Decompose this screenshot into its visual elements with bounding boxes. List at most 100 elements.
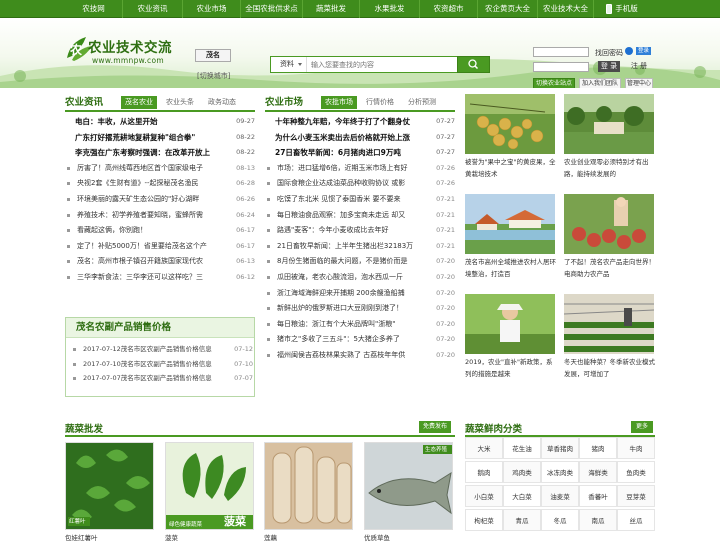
tab-wholesale-market[interactable]: 农批市场 — [321, 96, 357, 109]
category-link[interactable]: 海鲜类 — [579, 461, 617, 483]
list-item-title[interactable]: 为什么小麦玉米卖出去后价格就开始上涨 — [275, 130, 427, 146]
list-item[interactable]: 市场：进口猛增6倍，近期玉米市场上有好 07-26 — [265, 161, 455, 177]
qq-login-button[interactable]: 登录 — [636, 47, 651, 55]
gallery-image-produce[interactable] — [564, 194, 654, 254]
category-link[interactable]: 大白菜 — [503, 485, 541, 507]
switch-site-button[interactable]: 切换农业站点 — [533, 78, 575, 88]
free-post-button[interactable]: 免费发布 — [419, 421, 451, 433]
list-item-title[interactable]: 猪市之"多收了三五斗"：5大猪企多养了 — [277, 332, 427, 348]
tab-gov-news[interactable]: 政务动态 — [205, 96, 239, 109]
category-link[interactable]: 枸杞菜 — [465, 509, 503, 531]
category-link[interactable]: 鱼肉类 — [617, 461, 655, 483]
veg-card-caption[interactable]: 莲藕 — [264, 532, 354, 542]
veg-card-caption[interactable]: 包娃红薯叶 — [65, 532, 155, 542]
list-item[interactable]: 茂名：高州市根子镇召开籍族国家现代农 06-13 — [65, 254, 255, 270]
list-item[interactable]: 路遇"麦客"：今年小麦收成比去年好 07-21 — [265, 223, 455, 239]
list-item[interactable]: 21日畜牧早新闻：上半年生猪出栏32183万 07-21 — [265, 239, 455, 255]
list-item-title[interactable]: 福州闽侯吉荔枝林果实熟了 古荔枝年年供 — [277, 348, 427, 364]
category-link[interactable]: 鸡肉类 — [503, 461, 541, 483]
list-item[interactable]: 央视2套《生财有道》--起探秘茂名渔民 06-28 — [65, 176, 255, 192]
list-item-title[interactable]: 厉害了！高州线莓西地区首个国家级电子 — [77, 161, 227, 177]
list-item-title[interactable]: 广东打好撂荒耕地复耕复种"组合拳" — [75, 130, 227, 146]
veg-card[interactable]: 绿色健康蔬菜 菠菜 — [165, 442, 254, 530]
list-item-title[interactable]: 央视2套《生财有道》--起探秘茂名渔民 — [77, 176, 227, 192]
list-item[interactable]: 李克强在广东考察时强调：在改革开放上 08-22 — [65, 145, 255, 161]
list-item[interactable]: 厉害了！高州线莓西地区首个国家级电子 08-13 — [65, 161, 255, 177]
list-item[interactable]: 电白：丰收，从这里开始 09-27 — [65, 114, 255, 130]
gallery-caption[interactable]: 冬天也能种菜？冬季新农业模式发展，可增加了 — [564, 356, 656, 380]
list-item[interactable]: 三华李新食法：三华李还可以这样吃？三 06-12 — [65, 270, 255, 286]
gallery-image-greenhouse[interactable] — [564, 294, 654, 354]
tab-maoming-agri[interactable]: 茂名农业 — [121, 96, 157, 109]
list-item-title[interactable]: 路遇"麦客"：今年小麦收成比去年好 — [277, 223, 427, 239]
category-more-button[interactable]: 更多 — [631, 421, 653, 433]
nav-supplies-market[interactable]: 农资超市 — [420, 0, 478, 18]
list-item-title[interactable]: 8月份生猪面临的最大问题，不是猪价而是 — [277, 254, 427, 270]
gallery-caption[interactable]: 了不起！茂名农产品走向世界！电商助力农产品 — [564, 256, 656, 280]
password-field[interactable] — [533, 62, 589, 72]
nav-enterprise-pages[interactable]: 农企黄页大全 — [478, 0, 538, 18]
list-item-title[interactable]: 茂名：高州市根子镇召开籍族国家现代农 — [77, 254, 227, 270]
category-link[interactable]: 豆芽菜 — [617, 485, 655, 507]
gallery-image-farmland[interactable] — [564, 94, 654, 154]
list-item[interactable]: 为什么小麦玉米卖出去后价格就开始上涨 07-27 — [265, 130, 455, 146]
veg-card[interactable] — [264, 442, 353, 530]
list-item[interactable]: 2017-07-10茂名市区农副产品销售价格信息 07-10 — [71, 357, 253, 372]
category-link[interactable]: 鹅肉 — [465, 461, 503, 483]
list-item-title[interactable]: 李克强在广东考察时强调：在改革开放上 — [75, 145, 227, 161]
list-item-title[interactable]: 定了！补贴5000万！省里要给茂名这个产 — [77, 239, 227, 255]
category-link[interactable]: 花生油 — [503, 437, 541, 459]
tab-price-quotes[interactable]: 行情价格 — [363, 96, 397, 109]
list-item-title[interactable]: 国际食粮企业达成油菜品种收购协议 或影 — [277, 176, 427, 192]
category-link[interactable]: 油麦菜 — [541, 485, 579, 507]
tab-agri-headlines[interactable]: 农业头条 — [163, 96, 197, 109]
list-item-title[interactable]: 市场：进口猛增6倍，近期玉米市场上有好 — [277, 161, 427, 177]
list-item-title[interactable]: 21日畜牧早新闻：上半年生猪出栏32183万 — [277, 239, 427, 255]
list-item-title[interactable]: 新鲜出炉的俄罗斯进口大豆刚刚到港了！ — [277, 301, 427, 317]
list-item-title[interactable]: 养殖技术：初学养殖者要知晓，蜜蜂所需 — [77, 208, 227, 224]
list-item[interactable]: 猪市之"多收了三五斗"：5大猪企多养了 07-20 — [265, 332, 455, 348]
category-link[interactable]: 草香猪肉 — [541, 437, 579, 459]
list-item-title[interactable]: 27日畜牧早新闻：6月猪肉进口9万吨 — [275, 145, 427, 161]
veg-card[interactable]: 红薯叶 — [65, 442, 154, 530]
gallery-image-farmer[interactable] — [465, 294, 555, 354]
list-item[interactable]: 吃馍了东北米 见惯了泰国香米 要不要来 07-21 — [265, 192, 455, 208]
list-item[interactable]: 新鲜出炉的俄罗斯进口大豆刚刚到港了！ 07-20 — [265, 301, 455, 317]
forgot-password-link[interactable]: 找回密码 — [595, 48, 623, 58]
category-link[interactable]: 冰冻肉类 — [541, 461, 579, 483]
nav-wholesale-points[interactable]: 全国农批供求点 — [241, 0, 303, 18]
list-item[interactable]: 福州闽侯吉荔枝林果实熟了 古荔枝年年供 07-20 — [265, 348, 455, 364]
category-link[interactable]: 南瓜 — [579, 509, 617, 531]
category-link[interactable]: 冬瓜 — [541, 509, 579, 531]
list-item-title[interactable]: 2017-07-07茂名市区农副产品销售价格信息 — [83, 371, 225, 386]
list-item-title[interactable]: 2017-07-10茂名市区农副产品销售价格信息 — [83, 357, 225, 372]
list-item[interactable]: 2017-07-12茂名市区农副产品销售价格信息 07-12 — [71, 342, 253, 357]
nav-fruit-wholesale[interactable]: 水果批发 — [360, 0, 420, 18]
search-button[interactable] — [457, 56, 490, 73]
nav-market[interactable]: 农业市场 — [183, 0, 241, 18]
qq-icon[interactable] — [625, 47, 633, 55]
category-link[interactable]: 香蕃叶 — [579, 485, 617, 507]
list-item[interactable]: 广东打好撂荒耕地复耕复种"组合拳" 08-22 — [65, 130, 255, 146]
list-item[interactable]: 十年种整九年赔，今年终于打了个翻身仗 07-27 — [265, 114, 455, 130]
list-item-title[interactable]: 十年种整九年赔，今年终于打了个翻身仗 — [275, 114, 427, 130]
nav-veg-wholesale[interactable]: 蔬菜批发 — [303, 0, 360, 18]
gallery-caption[interactable]: 被誉为"果中之宝"的黄皮果，全黄栽培技术 — [465, 156, 557, 180]
list-item-title[interactable]: 吃馍了东北米 见惯了泰国香米 要不要来 — [277, 192, 427, 208]
list-item[interactable]: 瓜田被淹，老农心酸流泪，泡水西瓜一斤 07-20 — [265, 270, 455, 286]
category-link[interactable]: 丝瓜 — [617, 509, 655, 531]
switch-city-link[interactable]: [切换城市] — [197, 71, 230, 81]
gallery-image-village[interactable] — [465, 194, 555, 254]
site-title[interactable]: 农业技术交流 — [88, 36, 172, 56]
list-item-title[interactable]: 2017-07-12茂名市区农副产品销售价格信息 — [83, 342, 225, 357]
list-item-title[interactable]: 三华李新食法：三华李还可以这样吃？三 — [77, 270, 227, 286]
nav-home[interactable]: 农技网 — [65, 0, 123, 18]
list-item[interactable]: 环境美丽的露天矿生态公园的"好心湖畔 06-26 — [65, 192, 255, 208]
list-item-title[interactable]: 每日粮油食品观察：加多宝商未走远 却又 — [277, 208, 427, 224]
search-category-select[interactable]: 资料 — [271, 57, 307, 72]
list-item-title[interactable]: 环境美丽的露天矿生态公园的"好心湖畔 — [77, 192, 227, 208]
list-item[interactable]: 每日粮油食品观察：加多宝商未走远 却又 07-21 — [265, 208, 455, 224]
list-item-title[interactable]: 每日粮油：浙江有个大米品牌叫"浙粮" — [277, 317, 427, 333]
username-field[interactable] — [533, 47, 589, 57]
list-item[interactable]: 看藏起这俩，你别跑！ 06-17 — [65, 223, 255, 239]
